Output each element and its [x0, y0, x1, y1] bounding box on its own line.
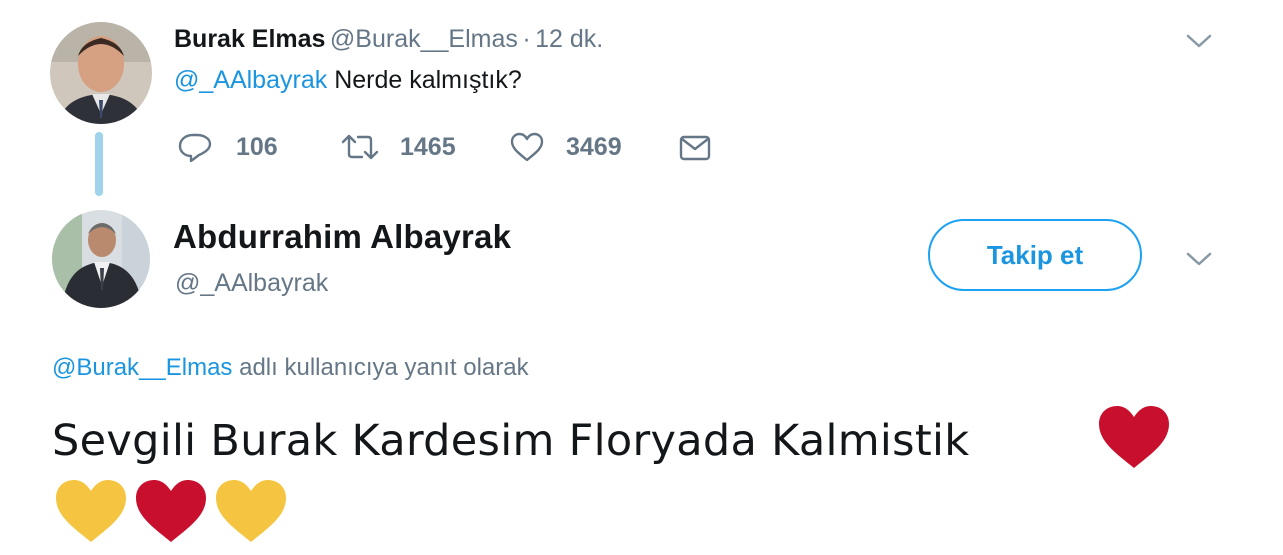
- like-icon: [510, 132, 544, 162]
- tweet-time[interactable]: 12 dk.: [535, 25, 603, 53]
- author-name[interactable]: Abdurrahim Albayrak: [173, 218, 511, 256]
- retweet-count: 1465: [400, 132, 456, 161]
- follow-button[interactable]: Takip et: [928, 219, 1142, 291]
- mention-link[interactable]: @_AAlbayrak: [174, 66, 327, 94]
- yellow-heart-emoji: [214, 478, 288, 544]
- tweet-text: Sevgili Burak Kardesim Floryada Kalmisti…: [52, 416, 970, 466]
- direct-message-icon: [679, 135, 711, 161]
- thread-connector-line: [95, 132, 103, 196]
- reply-button[interactable]: 106: [178, 132, 278, 162]
- yellow-heart-emoji: [54, 478, 128, 544]
- chevron-down-icon[interactable]: [1186, 32, 1212, 50]
- avatar-burak-elmas[interactable]: [50, 22, 152, 124]
- reply-icon: [178, 132, 212, 162]
- like-count: 3469: [566, 132, 622, 161]
- tweet-body: Nerde kalmıştık?: [334, 66, 522, 94]
- author-handle[interactable]: @_AAlbayrak: [175, 269, 328, 298]
- author-name[interactable]: Burak Elmas: [174, 25, 325, 53]
- like-button[interactable]: 3469: [510, 132, 622, 162]
- reply-context: @Burak__Elmas adlı kullanıcıya yanıt ola…: [52, 354, 529, 382]
- retweet-icon: [340, 132, 380, 162]
- red-heart-emoji: [1097, 404, 1171, 470]
- separator-dot: ·: [522, 25, 531, 53]
- red-heart-emoji: [134, 478, 208, 544]
- retweet-button[interactable]: 1465: [340, 132, 456, 162]
- tweet-text: @_AAlbayrak Nerde kalmıştık?: [174, 66, 522, 95]
- reply-to-mention[interactable]: @Burak__Elmas: [52, 354, 232, 381]
- reply-count: 106: [236, 132, 278, 161]
- chevron-down-icon[interactable]: [1186, 250, 1212, 268]
- tweet-header: Burak Elmas @Burak__Elmas · 12 dk.: [174, 25, 603, 54]
- reply-to-suffix: adlı kullanıcıya yanıt olarak: [239, 354, 529, 381]
- author-handle[interactable]: @Burak__Elmas: [330, 25, 518, 53]
- direct-message-button[interactable]: [679, 135, 711, 161]
- avatar-abdurrahim-albayrak[interactable]: [52, 210, 150, 308]
